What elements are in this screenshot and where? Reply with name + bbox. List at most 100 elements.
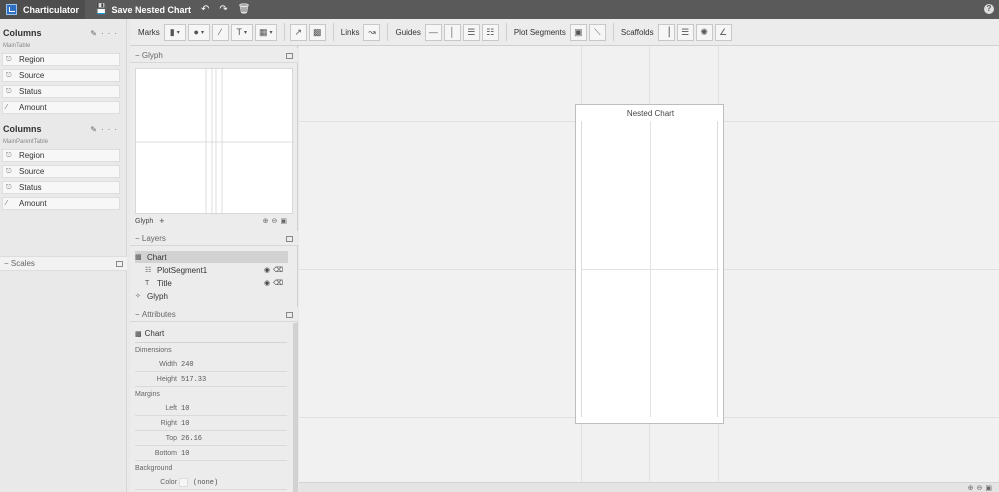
save-button[interactable]: 💾 Save Nested Chart bbox=[95, 4, 191, 15]
width-input[interactable]: 240 bbox=[181, 361, 194, 369]
color-swatch[interactable] bbox=[179, 478, 188, 487]
attributes-panel-header[interactable]: − Attributes bbox=[130, 307, 298, 322]
guide-horizontal-button[interactable]: ― bbox=[424, 23, 442, 41]
divider bbox=[135, 342, 287, 343]
rect-mark-button[interactable]: ▮ ▾ bbox=[163, 23, 186, 41]
scaffold-horizontal-button[interactable]: ▕ bbox=[657, 23, 675, 41]
field-label: Amount bbox=[19, 103, 47, 112]
margin-right-input[interactable]: 10 bbox=[181, 420, 189, 428]
chart-frame[interactable]: Nested Chart bbox=[575, 104, 724, 424]
field-amount[interactable]: ⁄ Amount bbox=[2, 197, 120, 210]
plot-segments-label: Plot Segments bbox=[513, 27, 566, 37]
more-icon[interactable]: ··· bbox=[101, 29, 121, 38]
glyph-panel-header[interactable]: − Glyph bbox=[130, 48, 298, 63]
plot-segment-icon: ☷ bbox=[145, 267, 152, 274]
maximize-icon[interactable] bbox=[286, 53, 293, 59]
layers-panel-header[interactable]: − Layers bbox=[130, 231, 298, 246]
guide-coordinator-y-button[interactable]: ☷ bbox=[481, 23, 499, 41]
edit-table-icon[interactable]: ✎ bbox=[90, 125, 101, 134]
links-label: Links bbox=[340, 27, 360, 37]
glyph-icon: ✧ bbox=[135, 293, 141, 300]
chart-title[interactable]: Nested Chart bbox=[576, 109, 725, 118]
chart-icon: ▩ bbox=[135, 254, 142, 261]
categorical-icon: ⎋ bbox=[6, 183, 12, 191]
margin-bottom-input[interactable]: 10 bbox=[181, 450, 189, 458]
data-axis-button[interactable]: ↗ bbox=[289, 23, 307, 41]
glyph-editor-canvas[interactable] bbox=[135, 68, 294, 215]
field-status[interactable]: ⎋ Status bbox=[2, 85, 120, 98]
attr-background-color: Color (none) bbox=[135, 478, 287, 490]
eraser-icon[interactable]: ⌫ bbox=[273, 267, 286, 274]
maximize-icon[interactable] bbox=[286, 312, 293, 318]
scaffold-polar-button[interactable]: ✺ bbox=[695, 23, 713, 41]
link-button[interactable]: ↝ bbox=[363, 23, 381, 41]
layer-item-plotsegment1[interactable]: ☷ PlotSegment1 ◉⌫ bbox=[135, 264, 288, 276]
chart-icon: ▩ bbox=[135, 330, 142, 338]
edit-table-icon[interactable]: ✎ bbox=[90, 29, 101, 38]
undo-icon[interactable]: ↶ bbox=[201, 4, 209, 15]
toolbar-divider bbox=[332, 23, 334, 41]
add-glyph-icon[interactable]: + bbox=[159, 216, 164, 226]
eye-icon[interactable]: ◉ bbox=[264, 280, 273, 287]
zoom-in-icon[interactable]: ⊕ bbox=[263, 218, 272, 225]
guides-label: Guides bbox=[395, 27, 421, 37]
field-status[interactable]: ⎋ Status bbox=[2, 181, 120, 194]
table-actions: ✎··· bbox=[90, 29, 121, 38]
attr-margin-left: Left 10 bbox=[135, 405, 287, 416]
toolbar-divider bbox=[387, 23, 389, 41]
glyph-tab[interactable]: Glyph bbox=[135, 218, 153, 225]
field-amount[interactable]: ⁄ Amount bbox=[2, 101, 120, 114]
eye-icon[interactable]: ◉ bbox=[264, 267, 273, 274]
field-source[interactable]: ⎋ Source bbox=[2, 69, 120, 82]
icon-mark-button[interactable]: ▦ ▾ bbox=[254, 23, 277, 41]
guide-vertical-button[interactable]: │ bbox=[443, 23, 461, 41]
glyph-footer: Glyph + ⊕⊖▣ bbox=[135, 214, 293, 228]
field-source[interactable]: ⎋ Source bbox=[2, 165, 120, 178]
app-brand: Charticulator bbox=[0, 0, 86, 19]
toolbar-divider bbox=[505, 23, 507, 41]
maximize-icon[interactable] bbox=[116, 261, 123, 267]
plot-segment-line-button[interactable]: ⟍ bbox=[588, 23, 606, 41]
text-mark-button[interactable]: T ▾ bbox=[230, 23, 253, 41]
layer-label: Title bbox=[157, 278, 172, 288]
text-icon: T bbox=[236, 27, 243, 37]
field-region[interactable]: ⎋ Region bbox=[2, 53, 120, 66]
scaffold-vertical-button[interactable]: ☰ bbox=[676, 23, 694, 41]
plot-segment-region-button[interactable]: ▣ bbox=[569, 23, 587, 41]
toolbar-divider bbox=[283, 23, 285, 41]
eraser-icon[interactable]: ⌫ bbox=[273, 280, 286, 287]
height-input[interactable]: 517.33 bbox=[181, 376, 206, 384]
scaffold-curve-button[interactable]: ∠ bbox=[714, 23, 732, 41]
margin-top-input[interactable]: 26.16 bbox=[181, 435, 202, 443]
field-region[interactable]: ⎋ Region bbox=[2, 149, 120, 162]
diagonal-line-icon: ⟍ bbox=[594, 26, 601, 37]
layer-item-chart[interactable]: ▩ Chart bbox=[135, 251, 288, 263]
layer-controls: ◉⌫ bbox=[264, 279, 286, 287]
zoom-fit-icon[interactable]: ▣ bbox=[985, 485, 995, 492]
zoom-in-icon[interactable]: ⊕ bbox=[968, 485, 977, 492]
line-mark-button[interactable]: ⁄ bbox=[211, 23, 229, 41]
symbol-mark-button[interactable]: ● ▾ bbox=[187, 23, 210, 41]
attributes-scrollbar[interactable] bbox=[293, 323, 297, 492]
margin-left-input[interactable]: 10 bbox=[181, 405, 189, 413]
maximize-icon[interactable] bbox=[286, 236, 293, 242]
scales-panel-header[interactable]: − Scales bbox=[0, 256, 127, 271]
canvas-footer: ⊕⊖▣ bbox=[299, 482, 999, 492]
layer-label: Chart bbox=[147, 252, 167, 262]
caret-icon: ▾ bbox=[200, 29, 204, 36]
layer-item-title[interactable]: T Title ◉⌫ bbox=[135, 277, 288, 289]
color-value[interactable]: (none) bbox=[193, 479, 218, 487]
field-label: Source bbox=[19, 71, 45, 80]
help-icon[interactable]: ? bbox=[984, 4, 994, 14]
plot-segment[interactable] bbox=[581, 121, 719, 417]
symbol-icon: ● bbox=[193, 27, 199, 37]
nested-chart-button[interactable]: ▩ bbox=[308, 23, 326, 41]
chart-canvas[interactable]: Nested Chart ⊕⊖▣ bbox=[299, 46, 999, 492]
trash-icon[interactable]: 🗑 bbox=[238, 4, 251, 15]
columns-title: Columns bbox=[3, 124, 42, 134]
zoom-fit-icon[interactable]: ▣ bbox=[280, 218, 290, 225]
layer-item-glyph[interactable]: ✧ Glyph bbox=[135, 290, 288, 302]
guide-coordinator-x-button[interactable]: ☰ bbox=[462, 23, 480, 41]
more-icon[interactable]: ··· bbox=[101, 125, 121, 134]
redo-icon[interactable]: ↷ bbox=[219, 4, 227, 15]
